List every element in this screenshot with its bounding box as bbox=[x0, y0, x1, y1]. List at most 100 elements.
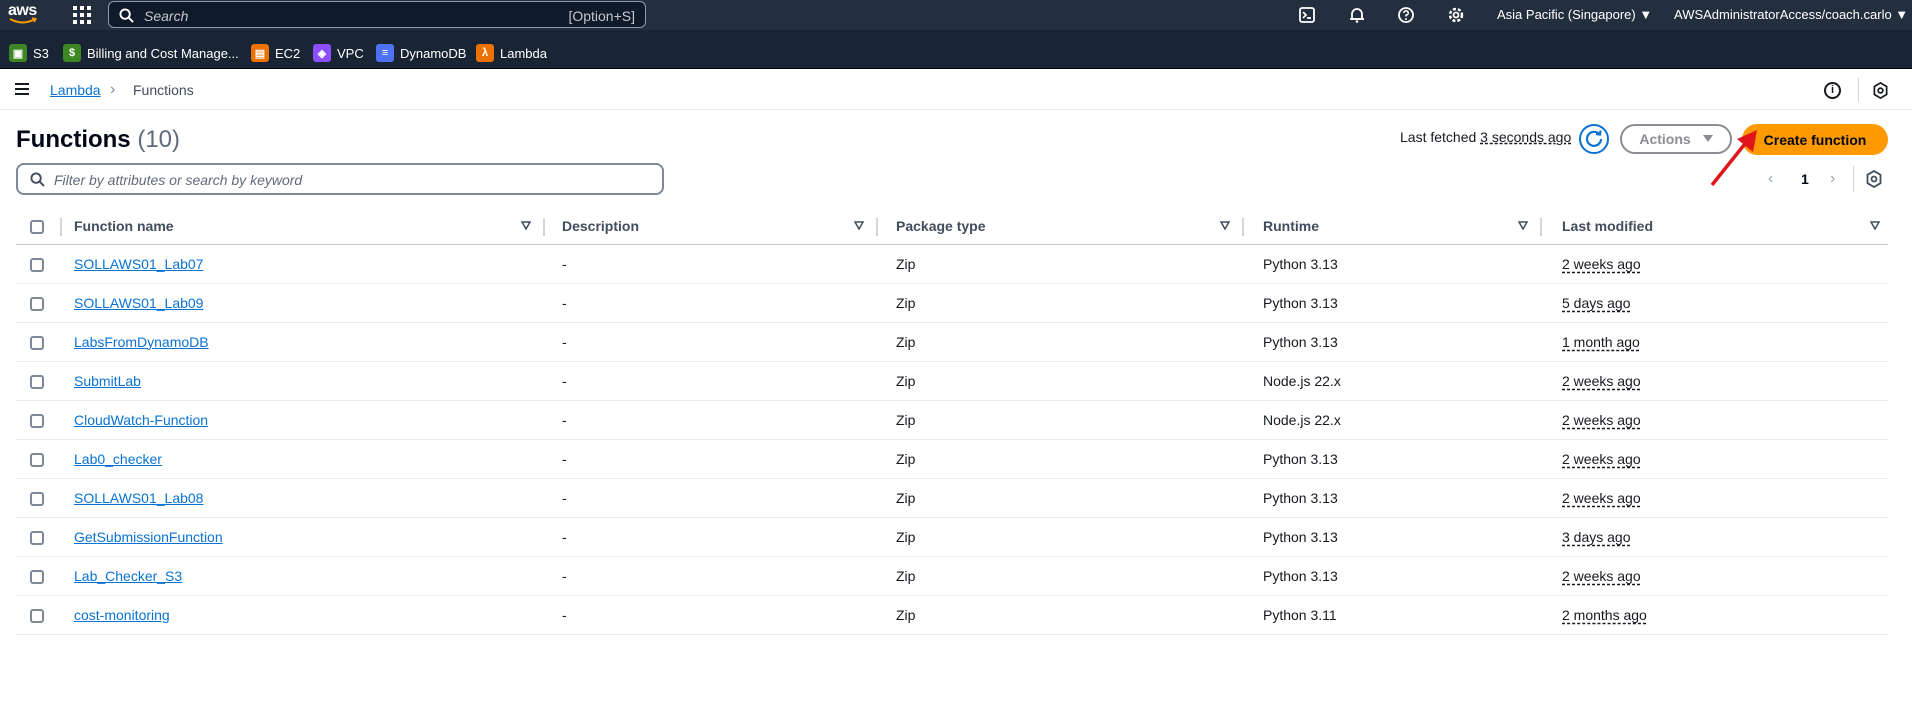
function-name-link[interactable]: SubmitLab bbox=[74, 373, 141, 389]
last-modified-value: 2 weeks ago bbox=[1562, 411, 1641, 428]
help-icon[interactable] bbox=[1397, 6, 1415, 24]
function-name-link[interactable]: Lab0_checker bbox=[74, 451, 162, 467]
table-row[interactable]: SOLLAWS01_Lab07 - Zip Python 3.13 2 week… bbox=[16, 244, 1888, 284]
sort-caret-icon bbox=[521, 221, 531, 230]
row-checkbox[interactable] bbox=[30, 569, 44, 584]
package-type-cell: Zip bbox=[878, 283, 1244, 323]
aws-logo[interactable]: aws bbox=[8, 3, 42, 27]
table-row[interactable]: CloudWatch-Function - Zip Node.js 22.x 2… bbox=[16, 400, 1888, 440]
billing-icon: $ bbox=[63, 44, 81, 62]
runtime-cell: Python 3.11 bbox=[1244, 595, 1542, 635]
refresh-button[interactable] bbox=[1579, 124, 1609, 154]
last-modified-value: 2 weeks ago bbox=[1562, 372, 1641, 389]
favorite-vpc[interactable]: ◈ VPC bbox=[313, 44, 364, 62]
account-menu[interactable]: AWSAdministratorAccess/coach.carlo ▼ bbox=[1674, 7, 1908, 22]
region-selector[interactable]: Asia Pacific (Singapore) ▼ bbox=[1497, 7, 1652, 22]
package-type-cell: Zip bbox=[878, 556, 1244, 596]
row-checkbox[interactable] bbox=[30, 452, 44, 467]
column-last-modified[interactable]: Last modified bbox=[1542, 209, 1888, 245]
package-type-cell: Zip bbox=[878, 478, 1244, 518]
function-name-link[interactable]: cost-monitoring bbox=[74, 607, 170, 623]
last-modified-cell: 2 weeks ago bbox=[1542, 556, 1888, 596]
table-row[interactable]: SOLLAWS01_Lab09 - Zip Python 3.13 5 days… bbox=[16, 283, 1888, 323]
function-name-link[interactable]: Lab_Checker_S3 bbox=[74, 568, 182, 584]
last-fetched-time: 3 seconds ago bbox=[1480, 129, 1572, 145]
runtime-cell: Node.js 22.x bbox=[1244, 361, 1542, 401]
breadcrumb-lambda[interactable]: Lambda bbox=[50, 82, 101, 98]
row-checkbox[interactable] bbox=[30, 608, 44, 623]
favorite-billing[interactable]: $ Billing and Cost Manage... bbox=[63, 44, 239, 62]
last-modified-value: 1 month ago bbox=[1562, 333, 1640, 350]
select-all-checkbox[interactable] bbox=[30, 220, 44, 235]
row-checkbox[interactable] bbox=[30, 335, 44, 350]
favorite-ec2[interactable]: ▤ EC2 bbox=[251, 44, 300, 62]
table-row[interactable]: Lab0_checker - Zip Python 3.13 2 weeks a… bbox=[16, 439, 1888, 479]
row-select-cell bbox=[16, 361, 62, 401]
row-select-cell bbox=[16, 322, 62, 362]
sort-caret-icon bbox=[854, 221, 864, 230]
cloudshell-icon[interactable] bbox=[1298, 6, 1316, 24]
last-modified-cell: 2 weeks ago bbox=[1542, 400, 1888, 440]
column-package-type[interactable]: Package type bbox=[878, 209, 1244, 245]
favorite-dynamodb[interactable]: ≡ DynamoDB bbox=[376, 44, 466, 62]
row-checkbox[interactable] bbox=[30, 257, 44, 272]
column-function-name[interactable]: Function name bbox=[62, 209, 545, 245]
menu-hamburger-icon[interactable] bbox=[15, 83, 29, 95]
red-annotation-arrow bbox=[1710, 130, 1757, 187]
row-checkbox[interactable] bbox=[30, 374, 44, 389]
preferences-gear-icon[interactable] bbox=[1872, 82, 1889, 99]
row-checkbox[interactable] bbox=[30, 530, 44, 545]
column-runtime[interactable]: Runtime bbox=[1244, 209, 1542, 245]
last-modified-value: 2 months ago bbox=[1562, 606, 1647, 623]
table-row[interactable]: SubmitLab - Zip Node.js 22.x 2 weeks ago bbox=[16, 361, 1888, 401]
last-modified-cell: 2 weeks ago bbox=[1542, 244, 1888, 284]
table-row[interactable]: cost-monitoring - Zip Python 3.11 2 mont… bbox=[16, 595, 1888, 635]
function-name-link[interactable]: GetSubmissionFunction bbox=[74, 529, 223, 545]
filter-placeholder: Filter by attributes or search by keywor… bbox=[54, 172, 303, 188]
table-row[interactable]: SOLLAWS01_Lab08 - Zip Python 3.13 2 week… bbox=[16, 478, 1888, 518]
package-type-cell: Zip bbox=[878, 595, 1244, 635]
previous-page-chevron-icon[interactable]: ‹ bbox=[1768, 170, 1773, 188]
filter-input[interactable]: Filter by attributes or search by keywor… bbox=[16, 163, 664, 195]
search-placeholder: Search bbox=[144, 8, 189, 24]
info-icon[interactable]: i bbox=[1824, 82, 1841, 99]
page-number[interactable]: 1 bbox=[1801, 171, 1809, 187]
description-cell: - bbox=[545, 517, 878, 557]
next-page-chevron-icon[interactable]: › bbox=[1830, 170, 1835, 188]
favorite-s3[interactable]: ▣ S3 bbox=[9, 44, 49, 62]
description-cell: - bbox=[545, 244, 878, 284]
description-cell: - bbox=[545, 361, 878, 401]
function-name-link[interactable]: SOLLAWS01_Lab09 bbox=[74, 295, 203, 311]
favorite-label: Billing and Cost Manage... bbox=[87, 45, 239, 61]
search-icon bbox=[30, 172, 45, 187]
last-modified-value: 2 weeks ago bbox=[1562, 567, 1641, 584]
table-settings-gear-icon[interactable] bbox=[1865, 170, 1883, 188]
column-label: Package type bbox=[896, 218, 986, 235]
table-row[interactable]: LabsFromDynamoDB - Zip Python 3.13 1 mon… bbox=[16, 322, 1888, 362]
table-row[interactable]: GetSubmissionFunction - Zip Python 3.13 … bbox=[16, 517, 1888, 557]
function-name-cell: LabsFromDynamoDB bbox=[62, 322, 545, 362]
column-description[interactable]: Description bbox=[545, 209, 878, 245]
global-search-input[interactable]: Search [Option+S] bbox=[108, 1, 646, 28]
notifications-bell-icon[interactable] bbox=[1348, 6, 1366, 24]
table-row[interactable]: Lab_Checker_S3 - Zip Python 3.13 2 weeks… bbox=[16, 556, 1888, 596]
function-name-link[interactable]: CloudWatch-Function bbox=[74, 412, 208, 428]
last-modified-value: 2 weeks ago bbox=[1562, 450, 1641, 467]
function-name-link[interactable]: LabsFromDynamoDB bbox=[74, 334, 209, 350]
function-name-link[interactable]: SOLLAWS01_Lab07 bbox=[74, 256, 203, 272]
settings-gear-icon[interactable] bbox=[1447, 6, 1465, 24]
row-checkbox[interactable] bbox=[30, 296, 44, 311]
row-checkbox[interactable] bbox=[30, 413, 44, 428]
function-name-link[interactable]: SOLLAWS01_Lab08 bbox=[74, 490, 203, 506]
sort-caret-icon bbox=[1518, 221, 1528, 230]
services-grid-icon[interactable] bbox=[73, 6, 91, 24]
last-modified-cell: 2 weeks ago bbox=[1542, 361, 1888, 401]
favorite-lambda[interactable]: λ Lambda bbox=[476, 44, 547, 62]
row-checkbox[interactable] bbox=[30, 491, 44, 506]
last-modified-value: 3 days ago bbox=[1562, 528, 1631, 545]
runtime-cell: Python 3.13 bbox=[1244, 283, 1542, 323]
breadcrumb-bar: Lambda › Functions i bbox=[0, 70, 1912, 110]
table-header-row: Function name Description Package type R… bbox=[16, 209, 1888, 245]
description-cell: - bbox=[545, 400, 878, 440]
search-shortcut: [Option+S] bbox=[568, 8, 635, 24]
